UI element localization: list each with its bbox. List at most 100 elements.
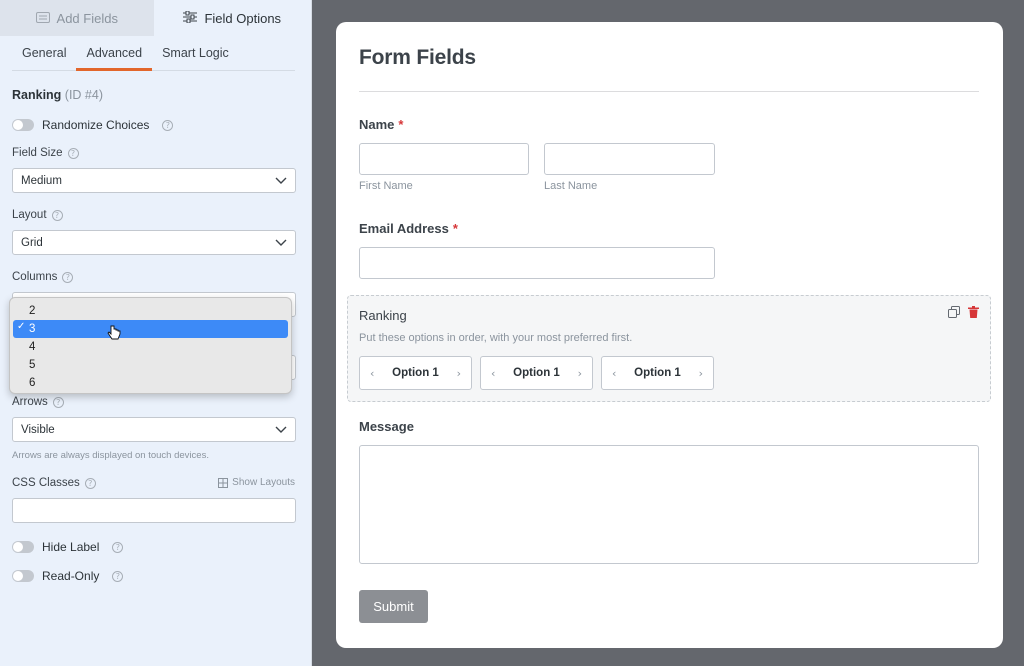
ranking-field-block[interactable]: Ranking Put these options in order, with… [347, 295, 991, 402]
tab-add-fields[interactable]: Add Fields [0, 0, 154, 36]
help-icon[interactable]: ? [84, 477, 96, 489]
first-name-input[interactable] [359, 143, 529, 175]
help-icon[interactable]: ? [112, 541, 124, 553]
chevron-left-icon[interactable]: ‹ [612, 367, 616, 380]
randomize-choices-label: Randomize Choices [42, 118, 150, 132]
arrows-select[interactable]: Visible [12, 417, 296, 442]
layout-label-row: Layout ? [12, 209, 63, 221]
sub-tab-general[interactable]: General [12, 36, 76, 70]
arrows-label-row: Arrows ? [12, 396, 64, 408]
field-options-sidebar: Add Fields Field Options General Advance… [0, 0, 312, 666]
show-layouts-link[interactable]: Show Layouts [218, 477, 295, 488]
sidebar-top-tabs: Add Fields Field Options [0, 0, 311, 36]
required-mark: * [398, 117, 404, 132]
email-field-label: Email Address * [359, 221, 458, 236]
chevron-right-icon[interactable]: › [699, 367, 703, 380]
field-size-label-row: Field Size ? [12, 147, 79, 159]
ranking-option-label: Option 1 [513, 367, 560, 379]
list-icon [35, 11, 50, 26]
dropdown-option-label: 3 [29, 323, 36, 335]
field-name: Ranking [12, 88, 62, 102]
columns-dropdown-menu: 2 ✓ 3 4 5 6 [9, 297, 292, 394]
help-icon[interactable]: ? [162, 119, 174, 131]
ranking-option[interactable]: ‹ Option 1 › [480, 356, 593, 390]
layout-value: Grid [21, 236, 43, 249]
last-name-input[interactable] [544, 143, 715, 175]
name-label: Name [359, 117, 395, 132]
help-icon[interactable]: ? [112, 570, 124, 582]
last-name-sublabel: Last Name [544, 180, 598, 192]
form-preview-card: Form Fields Name * First Name Last Name E… [336, 22, 1003, 648]
field-title: Ranking (ID #4) [12, 88, 103, 102]
dropdown-option[interactable]: 5 [13, 356, 288, 374]
dropdown-option-label: 2 [29, 305, 36, 317]
dropdown-option-label: 6 [29, 377, 36, 389]
arrows-label: Arrows [12, 396, 48, 408]
submit-button[interactable]: Submit [359, 590, 428, 623]
dropdown-option-label: 4 [29, 341, 36, 353]
ranking-option-label: Option 1 [634, 367, 681, 379]
read-only-label: Read-Only [42, 569, 100, 583]
sub-tab-smart-logic[interactable]: Smart Logic [152, 36, 239, 70]
dropdown-option-selected[interactable]: ✓ 3 [13, 320, 288, 338]
read-only-row: Read-Only ? [12, 569, 124, 583]
ranking-description: Put these options in order, with your mo… [359, 332, 633, 344]
ranking-option[interactable]: ‹ Option 1 › [359, 356, 472, 390]
columns-label-row: Columns ? [12, 271, 74, 283]
first-name-sublabel: First Name [359, 180, 413, 192]
sub-tab-advanced[interactable]: Advanced [76, 36, 152, 71]
chevron-left-icon[interactable]: ‹ [370, 367, 374, 380]
message-label: Message [359, 419, 414, 434]
ranking-options: ‹ Option 1 › ‹ Option 1 › ‹ Option 1 › [359, 356, 714, 390]
dropdown-option[interactable]: 4 [13, 338, 288, 356]
dropdown-option[interactable]: 2 [13, 302, 288, 320]
ranking-option[interactable]: ‹ Option 1 › [601, 356, 714, 390]
field-size-select[interactable]: Medium [12, 168, 296, 193]
ranking-label: Ranking [359, 308, 407, 323]
columns-label: Columns [12, 271, 58, 283]
css-classes-label: CSS Classes [12, 477, 80, 489]
field-size-label: Field Size [12, 147, 63, 159]
help-icon[interactable]: ? [52, 396, 64, 408]
chevron-left-icon[interactable]: ‹ [491, 367, 495, 380]
form-title: Form Fields [359, 46, 476, 69]
hide-label-label: Hide Label [42, 540, 100, 554]
help-icon[interactable]: ? [62, 271, 74, 283]
hide-label-toggle[interactable] [12, 541, 34, 553]
trash-icon[interactable] [968, 306, 979, 318]
tab-field-options[interactable]: Field Options [153, 0, 311, 36]
chevron-down-icon [275, 239, 287, 246]
chevron-right-icon[interactable]: › [457, 367, 461, 380]
duplicate-icon[interactable] [948, 306, 960, 318]
arrows-value: Visible [21, 423, 55, 436]
chevron-down-icon [275, 426, 287, 433]
email-input[interactable] [359, 247, 715, 279]
css-classes-label-row: CSS Classes ? [12, 477, 96, 489]
required-mark: * [452, 221, 458, 236]
arrows-note: Arrows are always displayed on touch dev… [12, 450, 209, 461]
dropdown-option[interactable]: 6 [13, 374, 288, 392]
message-textarea[interactable] [359, 445, 979, 564]
name-field-label: Name * [359, 117, 403, 132]
show-layouts-label: Show Layouts [232, 477, 295, 488]
field-size-value: Medium [21, 174, 62, 187]
randomize-choices-row: Randomize Choices ? [12, 118, 174, 132]
help-icon[interactable]: ? [67, 147, 79, 159]
tab-add-fields-label: Add Fields [56, 10, 118, 26]
sidebar-sub-tabs: General Advanced Smart Logic [12, 36, 295, 71]
layout-label: Layout [12, 209, 47, 221]
checkmark-icon: ✓ [17, 321, 26, 332]
hand-cursor-icon [107, 325, 121, 340]
chevron-right-icon[interactable]: › [578, 367, 582, 380]
randomize-choices-toggle[interactable] [12, 119, 34, 131]
help-icon[interactable]: ? [51, 209, 63, 221]
css-classes-input[interactable] [12, 498, 296, 523]
sliders-icon [183, 10, 198, 26]
email-label: Email Address [359, 221, 449, 236]
grid-icon [218, 477, 229, 488]
read-only-toggle[interactable] [12, 570, 34, 582]
title-divider [359, 91, 979, 92]
field-id: (ID #4) [64, 88, 103, 102]
layout-select[interactable]: Grid [12, 230, 296, 255]
ranking-option-label: Option 1 [392, 367, 439, 379]
